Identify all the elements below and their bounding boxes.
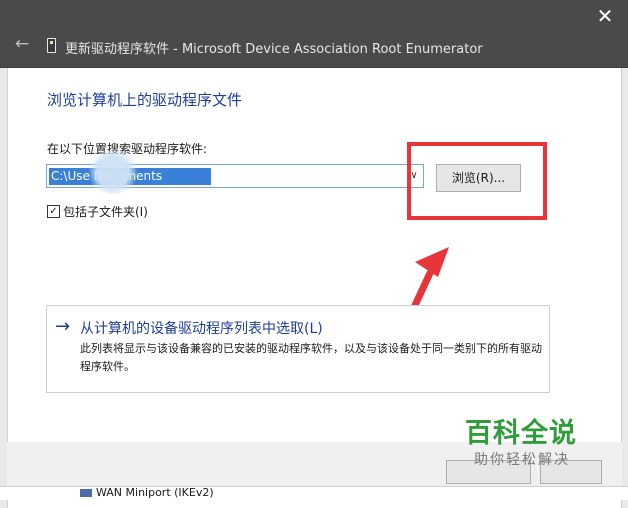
watermark-title: 百科全说 bbox=[465, 418, 577, 449]
pick-from-list-link[interactable]: 从计算机的设备驱动程序列表中选取(L) bbox=[80, 318, 323, 338]
background-list-item: WAN Miniport (IKEv2) bbox=[96, 486, 214, 499]
arrow-right-icon: → bbox=[55, 316, 71, 337]
network-adapter-icon bbox=[80, 489, 92, 497]
pick-from-list-option[interactable]: → 从计算机的设备驱动程序列表中选取(L) 此列表将显示与该设备兼容的已安装的驱… bbox=[46, 305, 550, 393]
watermark-subtitle: 助你轻松解决 bbox=[474, 452, 570, 468]
pick-from-list-description: 此列表将显示与该设备兼容的已安装的驱动程序软件，以及与该设备处于同一类别下的所有… bbox=[80, 342, 542, 373]
background-window-strip bbox=[0, 486, 628, 500]
